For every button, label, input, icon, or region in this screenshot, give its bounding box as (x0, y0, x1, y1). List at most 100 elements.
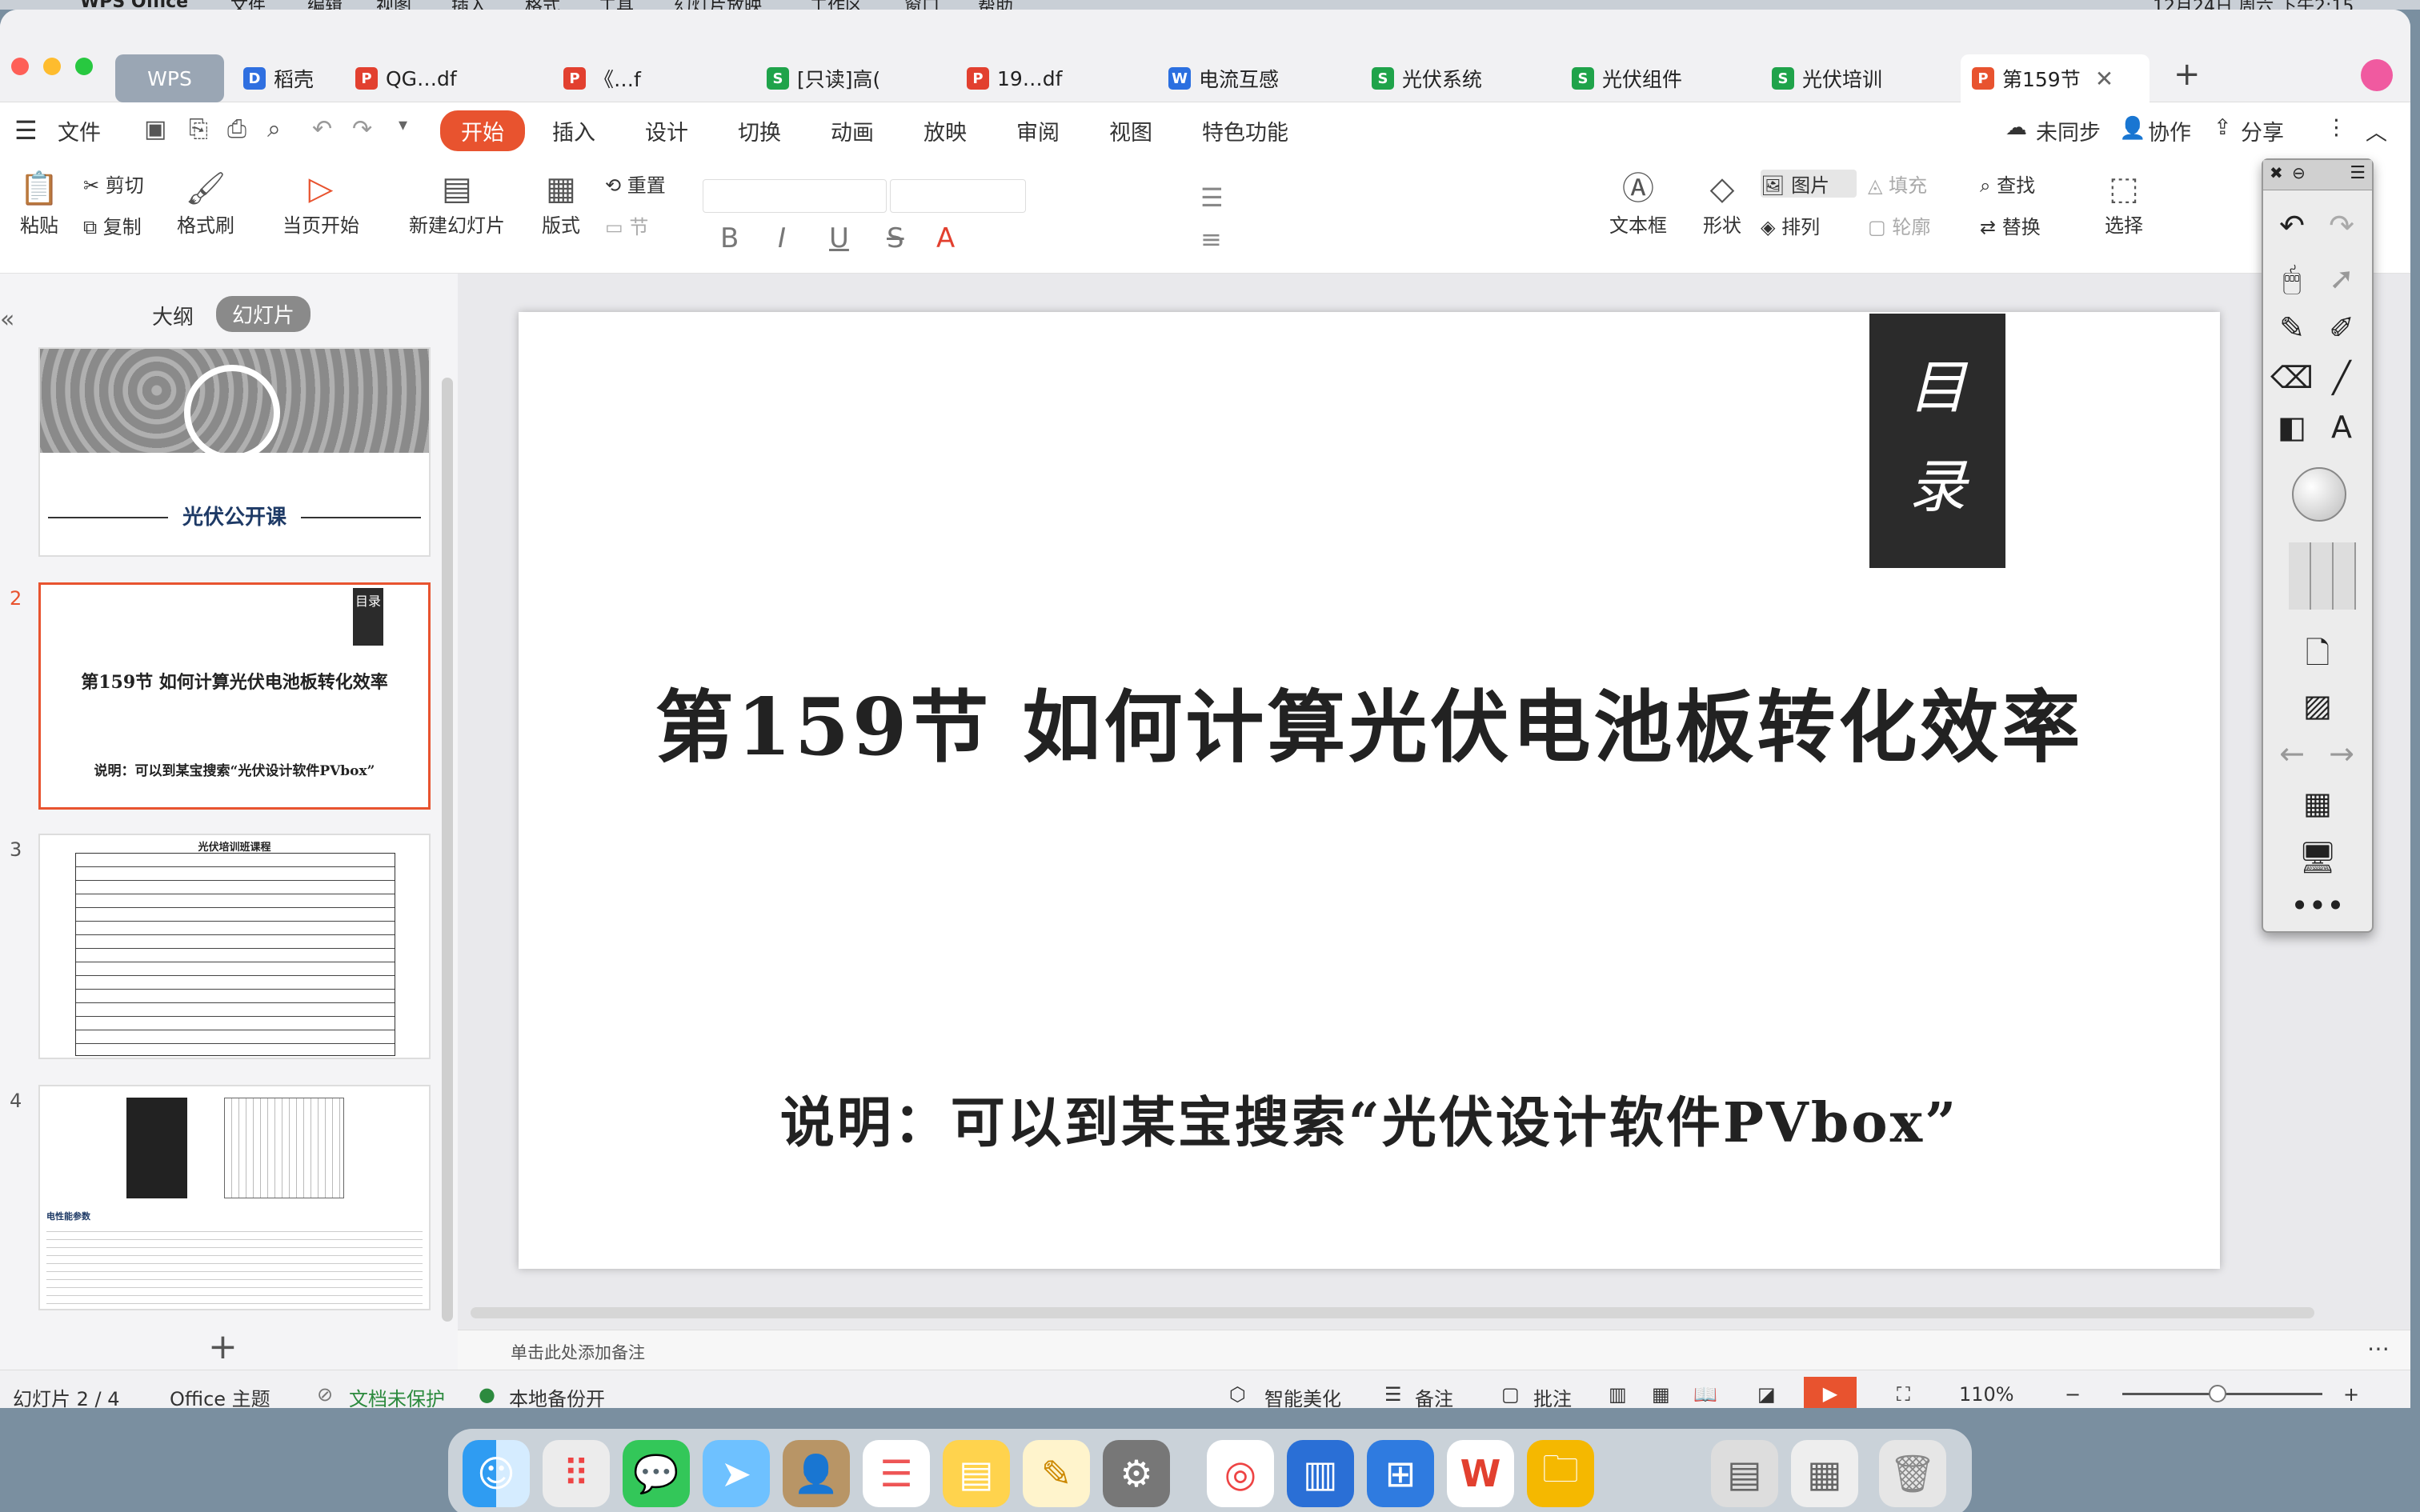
cut-button[interactable]: ✂ 剪切 (83, 170, 158, 198)
menu-file[interactable]: 文件 (58, 115, 101, 146)
menu-review[interactable]: 审阅 (1016, 115, 1060, 146)
slide-title[interactable]: 第159节 如何计算光伏电池板转化效率 (519, 664, 2220, 778)
normal-view-icon[interactable]: ▥ (1609, 1383, 1627, 1406)
arrange-button[interactable]: ◈ 排列 (1761, 211, 1857, 239)
underline-icon[interactable]: U (829, 222, 849, 254)
pointer-icon[interactable]: ➚ (2319, 258, 2364, 299)
redo-icon[interactable]: ↷ (2319, 205, 2364, 246)
tab-slides[interactable]: 幻灯片 (216, 296, 311, 332)
export-icon[interactable]: ⎘ (189, 115, 208, 143)
layout-button[interactable]: ▦ 版式 (530, 168, 592, 238)
strikethrough-icon[interactable]: S (887, 222, 904, 254)
notes-pane[interactable]: 单击此处添加备注 ⋯ (458, 1330, 2410, 1370)
menu-slideshow[interactable]: 放映 (924, 115, 967, 146)
beautify-button[interactable]: 智能美化 (1264, 1383, 1341, 1408)
contacts-icon[interactable]: 👤 (783, 1440, 850, 1507)
tab-pdf-3[interactable]: P 19…df (956, 54, 1073, 102)
add-slide-button[interactable]: + (208, 1326, 238, 1367)
mac-menu-insert[interactable]: 插入 (451, 0, 487, 10)
notes-button[interactable]: 备注 (1415, 1383, 1453, 1408)
print-preview-icon[interactable]: ⌕ (267, 115, 281, 143)
undo-icon[interactable]: ↶ (2270, 205, 2314, 246)
undo-icon[interactable]: ↶ (312, 115, 332, 143)
zoom-in-icon[interactable]: + (2343, 1383, 2359, 1406)
screen-icon[interactable]: 🖥 (2295, 837, 2340, 878)
notes-app-icon[interactable]: ▤ (943, 1440, 1010, 1507)
folder-icon[interactable]: 🗀 (1527, 1440, 1594, 1507)
mac-menu-help[interactable]: 帮助 (978, 0, 1013, 10)
copy-button[interactable]: ⧉ 复制 (83, 211, 158, 239)
menu-icon[interactable]: ☰ (2350, 163, 2366, 183)
zoom-slider-thumb[interactable] (2209, 1385, 2226, 1402)
text-icon[interactable]: A (2319, 406, 2364, 448)
slide-thumb-3[interactable]: 光伏培训班课程 (38, 834, 431, 1059)
collapse-ribbon-icon[interactable]: ︿ (2366, 115, 2387, 146)
prev-page-icon[interactable]: ← (2270, 733, 2314, 774)
align-left-icon[interactable]: ≡ (1200, 224, 1222, 254)
more-tools-icon[interactable]: ••• (2290, 885, 2344, 926)
tab-docer[interactable]: D 稻壳 (232, 54, 325, 102)
font-name-select[interactable] (703, 179, 887, 213)
collab-icon[interactable]: 👤 (2119, 115, 2146, 141)
slide-thumb-4[interactable]: 电性能参数 (38, 1085, 431, 1310)
reset-button[interactable]: ⟲ 重置 (605, 170, 682, 198)
select-button[interactable]: ⬚ 选择 (2092, 168, 2156, 238)
menu-animation[interactable]: 动画 (831, 115, 874, 146)
menu-design[interactable]: 设计 (645, 115, 688, 146)
tab-pdf-2[interactable]: P 《…f (552, 54, 652, 102)
collapse-sidebar-icon[interactable]: « (0, 306, 14, 334)
tab-sheet-4[interactable]: S 光伏培训 (1761, 54, 1893, 102)
chrome-icon[interactable]: ◎ (1207, 1440, 1274, 1507)
slide-thumb-1[interactable]: 光伏公开课 (38, 347, 431, 557)
play-slideshow-button[interactable]: ▶ (1804, 1377, 1857, 1408)
minimize-icon[interactable]: ⊖ (2292, 163, 2306, 182)
mac-menu-file[interactable]: 文件 (230, 0, 266, 10)
zoom-window-button[interactable] (75, 58, 93, 75)
line-icon[interactable]: ╱ (2319, 357, 2364, 398)
print-icon[interactable]: ⎙ (227, 115, 246, 143)
tab-sheet-3[interactable]: S 光伏组件 (1561, 54, 1693, 102)
minimize-window-button[interactable] (43, 58, 61, 75)
document-stack-icon[interactable]: ▤ (1711, 1440, 1778, 1507)
textbox-button[interactable]: Ⓐ 文本框 (1602, 168, 1674, 238)
new-tab-icon[interactable]: + (2174, 56, 2201, 93)
tab-sheet-1[interactable]: S [只读]高( (755, 54, 891, 102)
font-size-select[interactable] (890, 179, 1026, 213)
pen-toolbar-header[interactable]: ✖ ⊖ ☰ (2263, 160, 2372, 190)
tab-ppt-active[interactable]: P 第159节 ✕ (1961, 54, 2150, 102)
mac-menu-format[interactable]: 格式 (525, 0, 560, 10)
launchpad-icon[interactable]: ⠿ (543, 1440, 610, 1507)
parallels-icon[interactable]: ▥ (1287, 1440, 1354, 1507)
tab-outline[interactable]: 大纲 (152, 301, 194, 330)
mouse-icon[interactable]: 🖱 (2270, 258, 2314, 299)
notes-more-icon[interactable]: ⋯ (2367, 1335, 2390, 1362)
grid-view-icon[interactable]: ▦ (2295, 782, 2340, 824)
more-quick-icon[interactable]: ▾ (399, 115, 407, 135)
menu-transition[interactable]: 切换 (738, 115, 781, 146)
slide-thumb-2-selected[interactable]: 目录 第159节 如何计算光伏电池板转化效率 说明：可以到某宝搜索“光伏设计软件… (38, 582, 431, 810)
picture-button[interactable]: 🖼 图片 (1761, 170, 1857, 198)
collab-button[interactable]: 协作 (2148, 115, 2191, 146)
section-button[interactable]: ▭ 节 (605, 211, 682, 239)
settings-icon[interactable]: ⚙ (1103, 1440, 1170, 1507)
current-slide[interactable]: 目 录 第159节 如何计算光伏电池板转化效率 说明：可以到某宝搜索“光伏设计软… (519, 312, 2220, 1269)
maps-icon[interactable]: ➤ (703, 1440, 770, 1507)
fill-button[interactable]: ◬ 填充 (1868, 170, 1956, 198)
sync-icon[interactable]: ☁ (2005, 115, 2027, 140)
marker-icon[interactable]: ✐ (2319, 307, 2364, 349)
fit-window-icon[interactable]: ⛶ (1897, 1383, 1910, 1406)
replace-button[interactable]: ⇄ 替换 (1980, 211, 2068, 239)
outline-button[interactable]: ▢ 轮廓 (1868, 211, 1956, 239)
shapes-icon[interactable]: ◧ (2270, 406, 2314, 448)
tab-word[interactable]: W 电流互感 (1157, 54, 1290, 102)
backup-status[interactable]: 本地备份开 (509, 1383, 605, 1408)
mac-menu-tools[interactable]: 工具 (599, 0, 634, 10)
find-button[interactable]: ⌕ 查找 (1980, 170, 2068, 198)
close-tab-icon[interactable]: ✕ (2095, 66, 2113, 92)
mac-menu-workspace[interactable]: 工作区 (810, 0, 863, 10)
tab-sheet-2[interactable]: S 光伏系统 (1360, 54, 1493, 102)
download-stack-icon[interactable]: ▦ (1791, 1440, 1858, 1507)
mac-menu-edit[interactable]: 编辑 (307, 0, 343, 10)
sorter-view-icon[interactable]: ▦ (1652, 1383, 1670, 1406)
close-icon[interactable]: ✖ (2270, 163, 2283, 182)
